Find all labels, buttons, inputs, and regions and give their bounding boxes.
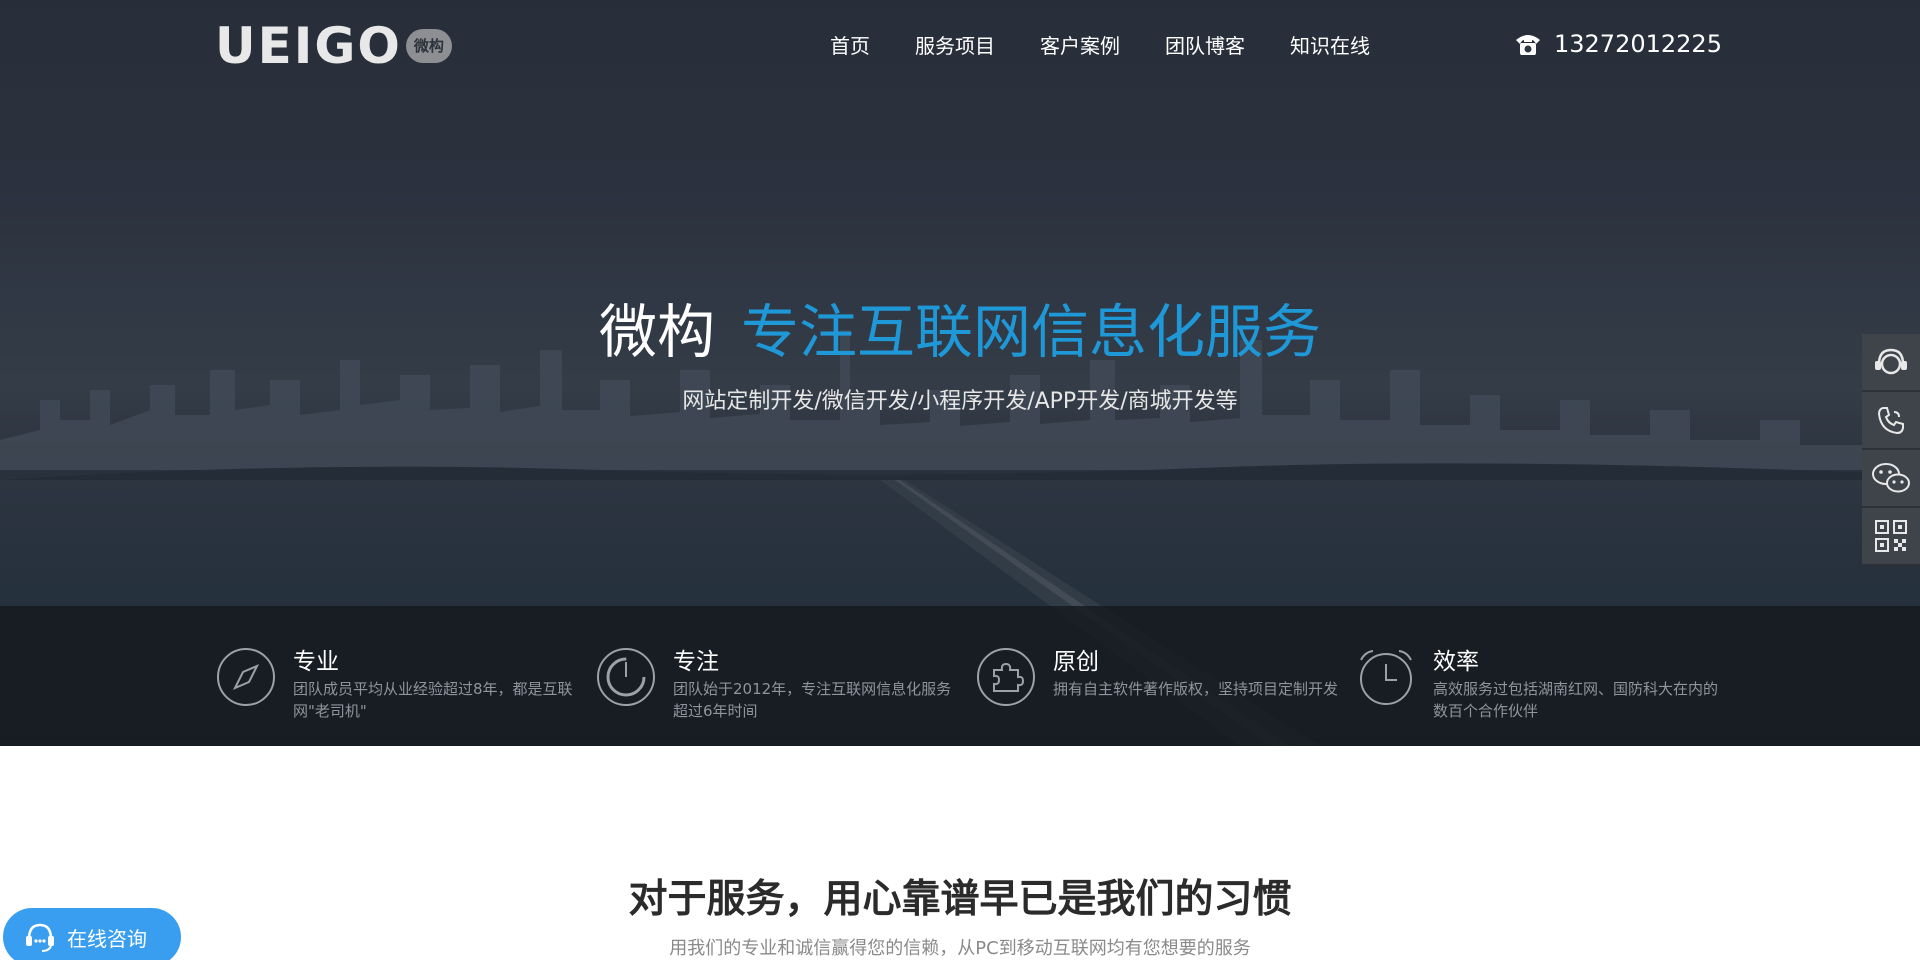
feature-title: 效率 <box>1433 649 1479 675</box>
nav-item-blog[interactable]: 团队博客 <box>1165 30 1245 62</box>
hero-headline: 微构 专注互联网信息化服务 <box>0 285 1920 369</box>
side-contact-widget <box>1862 334 1920 566</box>
feature-professional: 专业 团队成员平均从业经验超过8年，都是互联网"老司机" <box>215 636 595 726</box>
section-title: 对于服务，用心靠谱早已是我们的习惯 <box>628 877 1292 922</box>
feature-title: 专业 <box>293 649 339 675</box>
side-qrcode-button[interactable] <box>1862 508 1920 566</box>
feature-original: 原创 拥有自主软件著作版权，坚持项目定制开发 <box>975 636 1355 726</box>
side-wechat-button[interactable] <box>1862 450 1920 508</box>
logo-badge: 微构 <box>405 29 452 63</box>
headset-icon <box>1875 348 1907 375</box>
puzzle-icon <box>977 648 1035 706</box>
headset-icon <box>26 923 54 952</box>
compass-icon <box>217 648 275 706</box>
hero-subline: 网站定制开发/微信开发/小程序开发/APP开发/商城开发等 <box>682 389 1238 414</box>
phone-icon <box>1516 35 1540 55</box>
features-bar: 专业 团队成员平均从业经验超过8年，都是互联网"老司机" 专注 团队始于2012… <box>0 606 1920 746</box>
nav-item-services[interactable]: 服务项目 <box>915 30 995 62</box>
feature-efficiency: 效率 高效服务过包括湖南红网、国防科大在内的数百个合作伙伴 <box>1355 636 1735 726</box>
feature-desc: 团队成员平均从业经验超过8年，都是互联网"老司机" <box>293 680 573 720</box>
feature-desc: 团队始于2012年，专注互联网信息化服务超过6年时间 <box>673 680 952 720</box>
section-subtitle: 用我们的专业和诚信赢得您的信赖，从PC到移动互联网均有您想要的服务 <box>669 938 1251 959</box>
nav-item-home[interactable]: 首页 <box>830 30 870 62</box>
feature-focus: 专注 团队始于2012年，专注互联网信息化服务超过6年时间 <box>595 636 975 726</box>
side-customer-service-button[interactable] <box>1862 334 1920 392</box>
side-phone-button[interactable] <box>1862 392 1920 450</box>
online-consult-label: 在线咨询 <box>67 926 147 951</box>
online-consult-button[interactable]: 在线咨询 <box>3 908 181 960</box>
dial-icon <box>597 648 655 706</box>
nav-item-cases[interactable]: 客户案例 <box>1040 30 1120 62</box>
alarm-clock-icon <box>1360 650 1412 705</box>
header-phone[interactable]: 13272012225 <box>1512 28 1722 60</box>
phone-call-icon <box>1877 407 1904 435</box>
hero-banner: UEIGO 微构 首页 服务项目 客户案例 团队博客 知识在线 13272012… <box>0 0 1920 746</box>
wechat-icon <box>1872 463 1910 493</box>
site-logo[interactable]: UEIGO 微构 <box>215 17 452 75</box>
phone-number: 13272012225 <box>1554 30 1722 58</box>
main-nav: 首页 服务项目 客户案例 团队博客 知识在线 <box>830 30 1415 62</box>
site-header: UEIGO 微构 首页 服务项目 客户案例 团队博客 知识在线 13272012… <box>0 0 1920 92</box>
feature-desc: 高效服务过包括湖南红网、国防科大在内的数百个合作伙伴 <box>1433 680 1719 720</box>
hero-slogan: 专注互联网信息化服务 <box>741 298 1322 366</box>
hero-brand-word: 微构 <box>598 298 715 366</box>
qrcode-icon <box>1875 520 1907 552</box>
feature-desc: 拥有自主软件著作版权，坚持项目定制开发 <box>1053 680 1339 698</box>
logo-text: UEIGO <box>215 17 402 75</box>
nav-item-knowledge[interactable]: 知识在线 <box>1290 30 1370 62</box>
feature-title: 专注 <box>673 649 719 675</box>
feature-title: 原创 <box>1053 649 1099 675</box>
